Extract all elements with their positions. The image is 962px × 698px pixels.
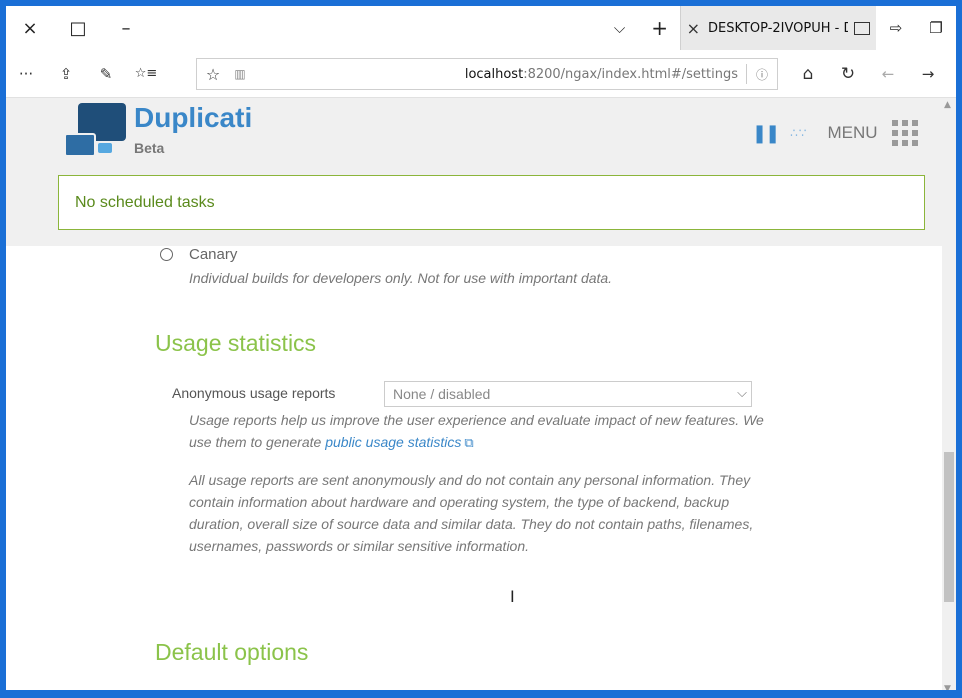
chevron-down-icon[interactable]: ⌵: [737, 385, 747, 401]
menu-button[interactable]: MENU: [827, 123, 877, 143]
url-host: localhost: [464, 66, 524, 82]
web-note-pen-icon[interactable]: ✎: [86, 50, 126, 98]
public-usage-statistics-link[interactable]: public usage statistics: [325, 434, 461, 450]
back-arrow-icon[interactable]: ←: [868, 50, 908, 98]
usage-reports-label: Anonymous usage reports: [172, 385, 336, 401]
duplicati-settings-page: Duplicati Beta ❚❚ ∴∵ MENU No scheduled t…: [6, 98, 942, 696]
close-window-icon[interactable]: ×: [6, 6, 54, 50]
share-icon[interactable]: ⇪: [46, 50, 86, 98]
header-controls: ❚❚ ∴∵ MENU: [752, 120, 918, 146]
external-link-icon[interactable]: ⧉: [464, 432, 473, 454]
app-header: Duplicati Beta ❚❚ ∴∵ MENU No scheduled t…: [6, 98, 942, 246]
browser-tab-active[interactable]: × DESKTOP-2IVOPUH - Duplicati: [679, 6, 876, 50]
usage-help-text: Usage reports help us improve the user e…: [189, 409, 769, 454]
url-text[interactable]: localhost:8200/ngax/index.html#/settings: [251, 67, 746, 82]
scheduled-tasks-notice: No scheduled tasks: [58, 175, 925, 230]
canary-option[interactable]: Canary: [160, 246, 237, 263]
minimize-window-icon[interactable]: –: [102, 6, 150, 50]
default-options-heading: Default options: [155, 639, 309, 665]
settings-content: Canary Individual builds for developers …: [6, 246, 942, 696]
tab-title: DESKTOP-2IVOPUH - Duplicati: [708, 20, 848, 36]
menu-grid-icon[interactable]: [891, 120, 918, 146]
favorites-hub-icon[interactable]: ☆≡: [126, 50, 166, 98]
reading-view-icon[interactable]: ▥: [229, 67, 251, 81]
address-bar-row: ··· ⇪ ✎ ☆≡ ☆ ▥ localhost:8200/ngax/index…: [6, 50, 956, 98]
tab-list-chevron-icon[interactable]: ⌵: [600, 6, 640, 50]
set-tabs-aside-icon[interactable]: ⇨: [876, 6, 916, 50]
usage-statistics-heading: Usage statistics: [155, 330, 317, 356]
site-info-icon[interactable]: ⓘ: [747, 66, 777, 83]
scrollbar-thumb[interactable]: [944, 452, 954, 602]
duplicati-logo-icon[interactable]: [62, 103, 128, 161]
text-cursor-icon: I: [510, 587, 515, 606]
browser-window: × □ – ⌵ + × DESKTOP-2IVOPUH - Duplicati …: [0, 0, 962, 698]
new-tab-plus-icon[interactable]: +: [640, 6, 680, 50]
nav-buttons: ⌂ ↻ ← →: [788, 50, 948, 98]
tab-preview-icon[interactable]: [854, 21, 870, 35]
page-scrollbar[interactable]: ▲ ▼: [942, 98, 956, 696]
window-bottom-frame: [0, 690, 962, 698]
refresh-icon[interactable]: ↻: [828, 50, 868, 98]
tab-close-icon[interactable]: ×: [687, 19, 700, 38]
restore-window-icon[interactable]: □: [54, 6, 102, 50]
page-viewport: Duplicati Beta ❚❚ ∴∵ MENU No scheduled t…: [6, 98, 956, 696]
url-path: :8200/ngax/index.html#/settings: [523, 66, 738, 82]
throttle-icon[interactable]: ∴∵: [790, 126, 807, 140]
canary-radio[interactable]: [160, 248, 173, 261]
canary-label[interactable]: Canary: [189, 246, 237, 263]
title-bar: × □ – ⌵ + × DESKTOP-2IVOPUH - Duplicati …: [6, 6, 956, 50]
brand-name[interactable]: Duplicati: [134, 102, 252, 134]
brand-sub: Beta: [134, 140, 165, 156]
forward-arrow-icon[interactable]: →: [908, 50, 948, 98]
scroll-up-icon[interactable]: ▲: [944, 100, 951, 110]
usage-help-prefix: Usage reports help us improve the user e…: [189, 412, 764, 450]
usage-reports-select[interactable]: None / disabled ⌵: [384, 381, 752, 407]
show-tabs-aside-icon[interactable]: ❐: [916, 6, 956, 50]
add-favorite-star-icon[interactable]: ☆: [197, 65, 229, 84]
url-field[interactable]: ☆ ▥ localhost:8200/ngax/index.html#/sett…: [196, 58, 778, 90]
usage-reports-selected-value: None / disabled: [393, 386, 491, 402]
canary-description: Individual builds for developers only. N…: [189, 270, 613, 286]
home-icon[interactable]: ⌂: [788, 50, 828, 98]
usage-privacy-text: All usage reports are sent anonymously a…: [189, 472, 754, 554]
more-actions-icon[interactable]: ···: [6, 50, 46, 98]
pause-icon[interactable]: ❚❚: [752, 123, 780, 144]
